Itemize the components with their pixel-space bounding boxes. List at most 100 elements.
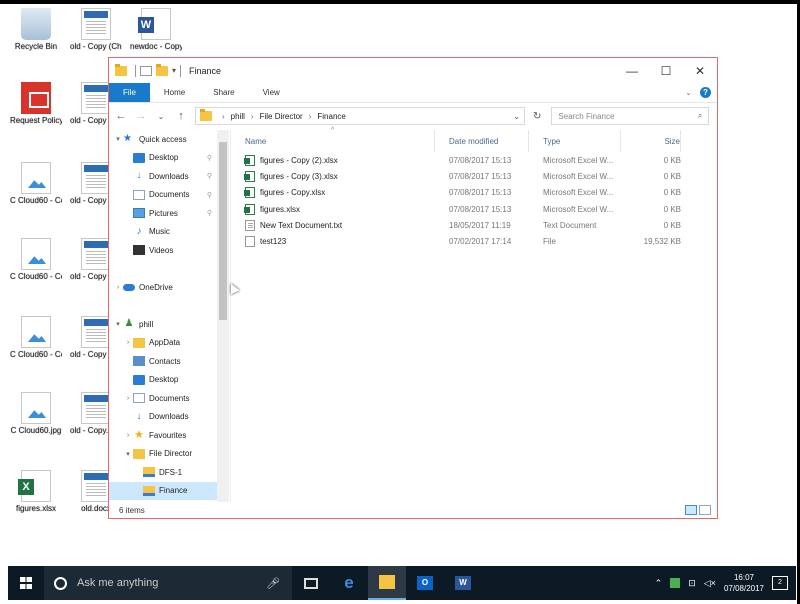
- nav-item[interactable]: Videos: [109, 241, 230, 260]
- nav-item[interactable]: › AppData: [109, 334, 230, 353]
- column-type[interactable]: Type: [529, 130, 621, 152]
- img-file-icon: [21, 392, 51, 424]
- file-row[interactable]: figures.xlsx 07/08/2017 15:13 Microsoft Ex…: [231, 201, 717, 217]
- edge-icon: e: [344, 573, 354, 592]
- nav-item[interactable]: ▾ ♟ phill: [109, 315, 230, 334]
- expander-icon[interactable]: ›: [123, 432, 133, 439]
- excel-file-icon: [244, 154, 255, 166]
- chevron-down-icon[interactable]: ⌄: [513, 112, 520, 121]
- file-row[interactable]: figures - Copy (3).xlsx 07/08/2017 15:13 M…: [231, 168, 717, 184]
- tab-home[interactable]: Home: [150, 83, 199, 102]
- expander-icon[interactable]: ▾: [123, 450, 133, 458]
- customize-toolbar-icon[interactable]: ▾: [172, 66, 176, 75]
- desktop-icon[interactable]: newdoc - Copy...: [130, 8, 182, 52]
- nav-item-label: File Director: [149, 449, 193, 459]
- separator: [135, 64, 136, 77]
- expander-icon[interactable]: ›: [123, 339, 133, 346]
- task-view-button[interactable]: [292, 566, 330, 600]
- breadcrumb-finance[interactable]: Finance: [317, 112, 345, 121]
- contact-icon: [133, 356, 145, 367]
- nav-item[interactable]: Documents ⚲: [109, 186, 230, 205]
- file-row[interactable]: figures - Copy (2).xlsx 07/08/2017 15:13 M…: [231, 152, 717, 168]
- tab-file[interactable]: File: [109, 83, 150, 102]
- file-explorer-button[interactable]: [368, 566, 406, 600]
- nav-item-label: Contacts: [149, 356, 181, 366]
- nav-item[interactable]: Desktop: [109, 371, 230, 390]
- nav-item[interactable]: › Documents: [109, 389, 230, 408]
- chevron-right-icon[interactable]: ›: [222, 112, 225, 121]
- new-folder-icon[interactable]: [156, 63, 168, 76]
- nav-item[interactable]: Contacts: [109, 352, 230, 371]
- large-icons-view-button[interactable]: [699, 505, 711, 515]
- nav-item-label: Desktop: [149, 375, 179, 385]
- column-size[interactable]: Size: [621, 130, 681, 152]
- show-hidden-icons-icon[interactable]: ⌃: [655, 578, 663, 589]
- breadcrumb-file-director[interactable]: File Director: [260, 112, 303, 121]
- properties-icon[interactable]: [140, 65, 152, 76]
- edge-button[interactable]: e: [330, 566, 368, 600]
- help-icon[interactable]: ?: [700, 87, 711, 98]
- desktop-icon[interactable]: old - Copy (Cha...: [70, 8, 122, 52]
- desktop-icon[interactable]: C Cloud60 - Copy (3).j...: [10, 162, 62, 206]
- nav-item[interactable]: DFS-1: [109, 463, 230, 482]
- expander-icon[interactable]: ›: [123, 395, 133, 402]
- up-arrow-icon[interactable]: ↑: [175, 110, 187, 122]
- outlook-button[interactable]: O: [406, 566, 444, 600]
- action-center-icon[interactable]: 2: [772, 576, 788, 590]
- nav-item-label: Favourites: [149, 430, 187, 440]
- nav-item[interactable]: Desktop ⚲: [109, 149, 230, 168]
- nav-item[interactable]: › ★ Favourites: [109, 426, 230, 445]
- chevron-right-icon[interactable]: ›: [251, 112, 254, 121]
- expander-icon[interactable]: ▾: [113, 135, 123, 143]
- file-row[interactable]: New Text Document.txt 18/05/2017 11:19 Tex…: [231, 217, 717, 233]
- nav-item[interactable]: ↓ Downloads ⚲: [109, 167, 230, 186]
- desktop-icon[interactable]: Recycle Bin: [10, 8, 62, 52]
- word-button[interactable]: W: [444, 566, 482, 600]
- chevron-right-icon[interactable]: ›: [309, 112, 312, 121]
- desktop-icon[interactable]: Request Policy...: [10, 82, 62, 126]
- forward-arrow-icon[interactable]: →: [135, 110, 147, 122]
- nav-item-label: Pictures: [149, 208, 178, 218]
- tab-view[interactable]: View: [249, 83, 294, 102]
- nav-item-label: Documents: [149, 190, 190, 200]
- nav-item[interactable]: ▾ ★ Quick access: [109, 130, 230, 149]
- volume-icon[interactable]: ◁×: [704, 578, 716, 589]
- desktop-icon[interactable]: figures.xlsx: [10, 470, 62, 514]
- start-button[interactable]: [8, 566, 44, 600]
- expand-ribbon-icon[interactable]: ⌄: [685, 88, 692, 97]
- close-button[interactable]: ✕: [683, 58, 717, 83]
- fav-icon: ★: [134, 429, 144, 442]
- battery-icon[interactable]: [670, 578, 681, 588]
- network-icon[interactable]: ⊡: [688, 578, 696, 589]
- cortana-search[interactable]: Ask me anything 🎤︎: [44, 566, 292, 600]
- expander-icon[interactable]: ›: [113, 284, 123, 291]
- desktop-icon[interactable]: C Cloud60.jpg: [10, 392, 62, 436]
- file-row[interactable]: test123 07/02/2017 17:14 File 19,532 KB: [231, 233, 717, 249]
- nav-item[interactable]: ▾ File Director: [109, 445, 230, 464]
- address-bar[interactable]: › phill › File Director › Finance ⌄: [195, 107, 525, 125]
- maximize-button[interactable]: ☐: [649, 58, 683, 83]
- search-input[interactable]: Search Finance ⌕: [551, 107, 710, 125]
- desktop-icon[interactable]: C Cloud60 - Copy.jpg: [10, 316, 62, 360]
- title-bar[interactable]: ▾ Finance — ☐ ✕: [109, 58, 717, 83]
- expander-icon[interactable]: ▾: [113, 320, 123, 328]
- desktop-icon[interactable]: C Cloud60 - Copy (2).j...: [10, 238, 62, 282]
- tab-share[interactable]: Share: [199, 83, 248, 102]
- task-view-icon: [304, 577, 318, 589]
- details-view-button[interactable]: [685, 505, 697, 515]
- minimize-button[interactable]: —: [615, 58, 649, 83]
- clock[interactable]: 16:07 07/08/2017: [724, 572, 764, 594]
- recent-locations-icon[interactable]: ⌄: [155, 112, 167, 121]
- nav-item[interactable]: › OneDrive: [109, 278, 230, 297]
- nav-item[interactable]: Pictures ⚲: [109, 204, 230, 223]
- back-arrow-icon[interactable]: ←: [115, 110, 127, 122]
- nav-item[interactable]: ♪ Music: [109, 223, 230, 242]
- refresh-icon[interactable]: ↻: [533, 111, 541, 122]
- microphone-icon[interactable]: 🎤︎: [266, 577, 280, 590]
- breadcrumb-phill[interactable]: phill: [231, 112, 245, 121]
- nav-scrollbar-thumb[interactable]: [219, 142, 227, 320]
- nav-item[interactable]: Finance: [109, 481, 217, 500]
- column-date-modified[interactable]: Date modified: [435, 130, 529, 152]
- nav-item[interactable]: ↓ Downloads: [109, 408, 230, 427]
- file-row[interactable]: figures - Copy.xlsx 07/08/2017 15:13 Micro…: [231, 185, 717, 201]
